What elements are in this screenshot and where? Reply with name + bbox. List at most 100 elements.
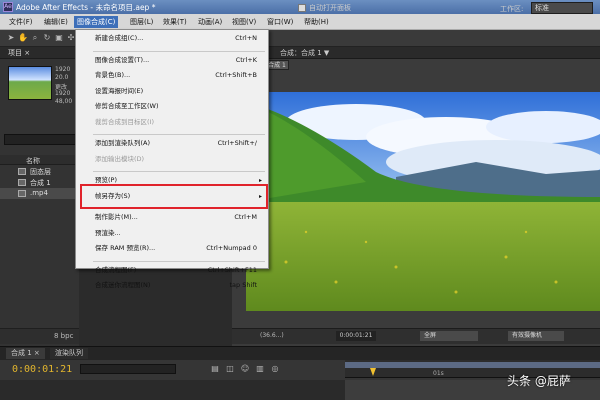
menu-item-label: 制作影片(M)... bbox=[95, 213, 138, 221]
highlight-annotation bbox=[80, 184, 268, 209]
menu-composition[interactable]: 图像合成(C) bbox=[74, 16, 119, 28]
draft-3d-icon[interactable]: ◫ bbox=[225, 364, 235, 374]
menu-item-shortcut: tap Shift bbox=[229, 281, 258, 289]
menu-item[interactable]: 预渲染... bbox=[95, 228, 265, 239]
folder-icon bbox=[18, 168, 26, 175]
menu-layer[interactable]: 图层(L) bbox=[127, 16, 156, 28]
window-title: Adobe After Effects - 未命名项目.aep * bbox=[16, 3, 156, 12]
menu-item-label: 修剪合成至工作区(W) bbox=[95, 102, 159, 110]
project-search-input[interactable] bbox=[4, 134, 76, 145]
menu-item-label: 预渲染... bbox=[95, 228, 121, 237]
menu-edit[interactable]: 编辑(E) bbox=[41, 16, 71, 28]
rotate-tool-icon[interactable]: ↻ bbox=[42, 33, 52, 43]
menu-item-shortcut: Ctrl+N bbox=[235, 34, 257, 42]
menu-item-label: 图像合成设置(T)... bbox=[95, 55, 150, 64]
menu-item[interactable]: 合成迷你流程图(N) tap Shift bbox=[95, 280, 265, 291]
menu-help[interactable]: 帮助(H) bbox=[301, 16, 332, 28]
timeline-tab-bar bbox=[0, 346, 600, 360]
menu-item[interactable]: 合成流程图(F) Ctrl+Shift+F11 bbox=[95, 265, 265, 276]
menu-effect[interactable]: 效果(T) bbox=[160, 16, 190, 28]
motion-blur-icon[interactable]: ◎ bbox=[270, 364, 280, 374]
viewer-timecode[interactable]: 0:00:01:21 bbox=[336, 331, 376, 341]
selection-tool-icon[interactable]: ➤ bbox=[6, 33, 16, 43]
project-tab[interactable]: 项目 × bbox=[0, 47, 79, 59]
menu-view[interactable]: 视图(V) bbox=[229, 16, 259, 28]
menu-item[interactable]: 背景色(B)... Ctrl+Shift+B bbox=[95, 70, 265, 81]
menu-item[interactable]: 制作影片(M)... Ctrl+M bbox=[95, 212, 265, 223]
frame-blending-icon[interactable]: ▥ bbox=[255, 364, 265, 374]
menu-separator bbox=[93, 134, 265, 135]
menu-item: 裁剪合成到目标区(I) bbox=[95, 117, 265, 128]
menu-separator bbox=[93, 260, 265, 262]
menu-item-shortcut: Ctrl+Numpad 0 bbox=[206, 244, 257, 252]
tab-composition-1[interactable]: 合成 1 × bbox=[6, 348, 45, 359]
menu-separator bbox=[93, 171, 265, 172]
tab-render-queue[interactable]: 渲染队列 bbox=[50, 348, 88, 359]
composition-icon bbox=[18, 179, 26, 186]
zoom-tool-icon[interactable]: ⌕ bbox=[30, 33, 40, 43]
meta-line: 1920 bbox=[55, 90, 71, 97]
hand-tool-icon[interactable]: ✋ bbox=[18, 33, 28, 43]
project-row[interactable]: .mp4 bbox=[0, 188, 79, 199]
menu-item-label: 添加输出模块(D) bbox=[95, 154, 145, 163]
menu-item-label: 裁剪合成到目标区(I) bbox=[95, 117, 154, 126]
project-row-label: 固态层 bbox=[30, 168, 51, 176]
menu-separator bbox=[93, 50, 265, 52]
menu-item[interactable]: 修剪合成至工作区(W) bbox=[95, 101, 265, 112]
current-timecode[interactable]: 0:00:01:21 bbox=[12, 364, 72, 375]
menu-bar: 文件(F) 编辑(E) 图像合成(C) 图层(L) 效果(T) 动画(A) 视图… bbox=[0, 14, 600, 30]
resolution-select[interactable]: 全屏 bbox=[420, 331, 478, 341]
menu-item-label: 合成流程图(F) bbox=[95, 265, 137, 274]
menu-item[interactable]: 保存 RAM 预览(R)... Ctrl+Numpad 0 bbox=[95, 243, 265, 254]
composition-canvas[interactable] bbox=[246, 92, 600, 311]
auto-open-label: 自动打开面板 bbox=[309, 4, 351, 12]
workspace-label: 工作区: bbox=[500, 5, 524, 13]
meta-line: 48,00 bbox=[55, 98, 73, 105]
menu-item-shortcut: Ctrl+M bbox=[234, 213, 257, 221]
workspace-select[interactable]: 标准 bbox=[531, 2, 593, 14]
menu-item-shortcut: Ctrl+Shift+F11 bbox=[207, 265, 257, 274]
project-row-label: .mp4 bbox=[30, 189, 48, 197]
bit-depth-button[interactable]: 8 bpc bbox=[54, 332, 73, 340]
shy-icon[interactable]: ☺ bbox=[240, 364, 250, 374]
menu-item: 添加输出模块(D) bbox=[95, 154, 265, 165]
meta-line: 1920 bbox=[55, 66, 71, 73]
menu-item-shortcut: Ctrl+Shift+/ bbox=[217, 139, 257, 147]
auto-open-checkbox[interactable] bbox=[298, 4, 306, 12]
video-file-icon bbox=[18, 190, 26, 197]
menu-item[interactable]: 设置海报时间(E) bbox=[95, 86, 265, 97]
work-area-bar[interactable] bbox=[345, 362, 600, 368]
menu-window[interactable]: 窗口(W) bbox=[264, 16, 296, 28]
camera-tool-icon[interactable]: ▣ bbox=[54, 33, 64, 43]
timeline-search-input[interactable] bbox=[80, 364, 176, 374]
footage-thumbnail bbox=[8, 66, 52, 100]
camera-view-select[interactable]: 有效摄像机 bbox=[508, 331, 564, 341]
menu-item-label: 预览(P) bbox=[95, 176, 117, 184]
menu-item-label: 添加到渲染队列(A) bbox=[95, 139, 151, 147]
viewer-tab-bar: 合成：合成 1 ▼ bbox=[232, 47, 600, 59]
ruler-mark: 01s bbox=[433, 370, 444, 377]
project-row[interactable]: 固态层 bbox=[0, 166, 79, 177]
name-column-label: 名称 bbox=[26, 157, 40, 165]
menu-file[interactable]: 文件(F) bbox=[6, 16, 36, 28]
project-column-header: 名称 bbox=[0, 155, 79, 165]
menu-animation[interactable]: 动画(A) bbox=[195, 16, 225, 28]
switches-icon[interactable]: ▤ bbox=[210, 364, 220, 374]
viewer-tab[interactable]: 合成：合成 1 ▼ bbox=[280, 48, 329, 58]
menu-item-label: 背景色(B)... bbox=[95, 71, 131, 79]
menu-item[interactable]: 新建合成组(C)... Ctrl+N bbox=[95, 33, 265, 44]
menu-item-label: 合成迷你流程图(N) bbox=[95, 281, 151, 289]
landscape-image bbox=[246, 92, 600, 311]
project-row-label: 合成 1 bbox=[30, 179, 51, 187]
menu-item[interactable]: 图像合成设置(T)... Ctrl+K bbox=[95, 55, 265, 66]
project-row[interactable]: 合成 1 bbox=[0, 177, 79, 188]
menu-item-shortcut: Ctrl+K bbox=[235, 55, 257, 64]
menu-item-label: 保存 RAM 预览(R)... bbox=[95, 244, 156, 252]
menu-item-label: 新建合成组(C)... bbox=[95, 34, 144, 42]
after-effects-icon: Ae bbox=[3, 2, 13, 12]
menu-item[interactable]: 添加到渲染队列(A) Ctrl+Shift+/ bbox=[95, 138, 265, 149]
meta-line: 20.0 bbox=[55, 74, 69, 81]
project-tab-label: 项目 × bbox=[8, 49, 31, 57]
menu-item-shortcut: Ctrl+Shift+B bbox=[215, 71, 257, 79]
zoom-level[interactable]: (36.6...) bbox=[260, 332, 284, 339]
